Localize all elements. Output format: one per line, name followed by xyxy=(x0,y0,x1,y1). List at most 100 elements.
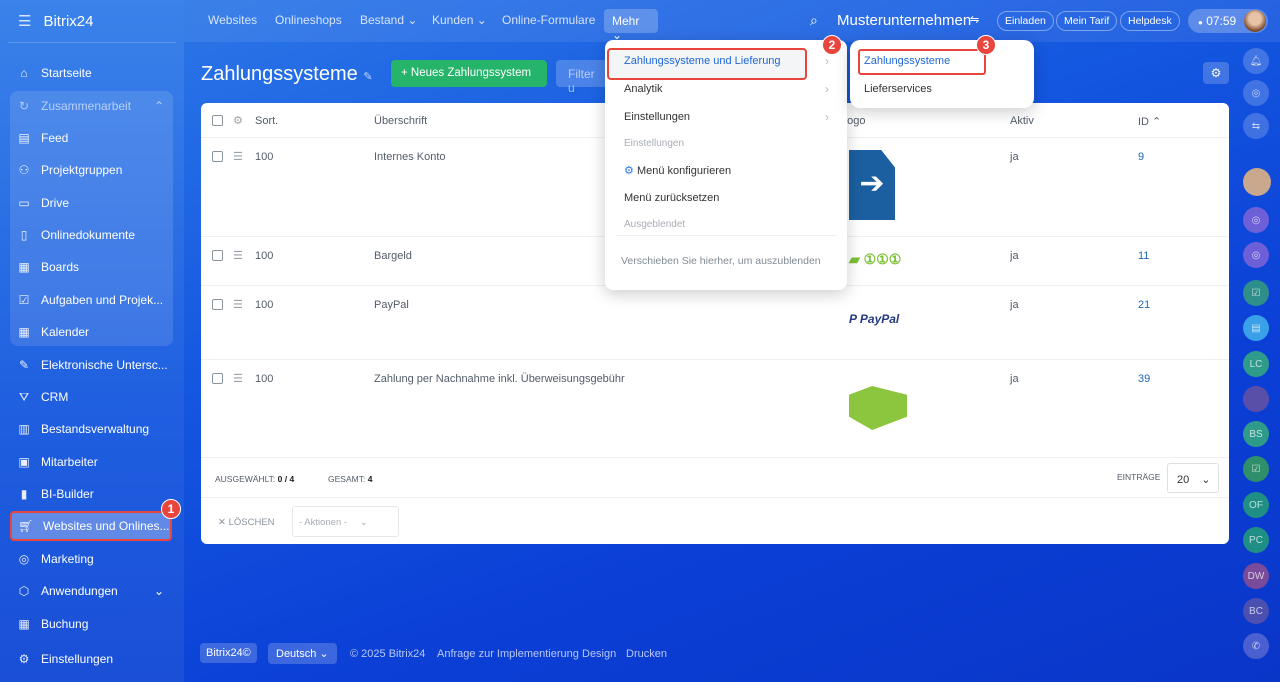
title-value[interactable]: Bargeld xyxy=(374,250,412,262)
menu-icon[interactable]: ☰ xyxy=(18,12,31,30)
topnav-onlineshops[interactable]: Onlineshops xyxy=(275,13,342,27)
inventory-icon: ▥ xyxy=(18,422,30,436)
drag-handle-icon[interactable]: ☰ xyxy=(233,372,243,385)
sidebar-item-mitarbeiter[interactable]: ▣ Mitarbeiter xyxy=(10,447,172,477)
id-link[interactable]: 9 xyxy=(1138,151,1144,163)
topnav-bestand[interactable]: Bestand ⌄ xyxy=(360,13,417,27)
chat-lc[interactable]: LC xyxy=(1243,351,1269,377)
table-row[interactable]: ☰ 100 PayPal P PayPal ja 21 xyxy=(201,286,1229,360)
row-checkbox[interactable] xyxy=(212,151,223,162)
chat-of[interactable]: OF xyxy=(1243,492,1269,518)
sidebar-item-einstellungen[interactable]: ⚙ Einstellungen xyxy=(10,644,172,674)
delete-button[interactable]: ✕ Löschen xyxy=(218,517,275,528)
chat-dw[interactable]: DW xyxy=(1243,563,1269,589)
invite-button[interactable]: Einladen xyxy=(997,11,1054,31)
menu-item-analytik[interactable]: Analytik xyxy=(624,83,663,95)
menu-item-payment-delivery[interactable]: Zahlungssysteme und Lieferung xyxy=(624,55,781,67)
copilot-icon[interactable]: ◎ xyxy=(1243,80,1269,106)
title-value[interactable]: Zahlung per Nachnahme inkl. Überweisungs… xyxy=(374,373,625,385)
submenu-lieferservices[interactable]: Lieferservices xyxy=(864,83,932,95)
footer-logo[interactable]: Bitrix24© xyxy=(200,643,257,663)
groups-icon: ⚇ xyxy=(18,163,30,177)
chat-bc[interactable]: BC xyxy=(1243,598,1269,624)
gear-icon[interactable]: ⚙ xyxy=(233,114,243,127)
sidebar-item-websites-und-onlines-[interactable]: 🛒︎ Websites und Onlines... xyxy=(10,511,172,541)
col-title[interactable]: Überschrift xyxy=(374,115,427,127)
footer-link-implementation[interactable]: Anfrage zur Implementierung xyxy=(437,648,579,660)
channel-icon[interactable]: ◎ xyxy=(1243,242,1269,268)
language-select[interactable]: Deutsch ⌄ xyxy=(268,643,337,664)
sidebar-item-elektronische-untersc-[interactable]: ✎ Elektronische Untersc... xyxy=(10,350,172,380)
menu-configure[interactable]: ⚙ Menü konfigurieren xyxy=(624,164,731,177)
chat-bs[interactable]: BS xyxy=(1243,421,1269,447)
sidebar-item-projektgruppen[interactable]: ⚇ Projektgruppen xyxy=(10,155,172,185)
phone-icon[interactable]: ✆ xyxy=(1243,633,1269,659)
sidebar-item-marketing[interactable]: ◎ Marketing xyxy=(10,544,172,574)
chevron-icon[interactable]: ⌄ xyxy=(154,584,164,598)
chat-icon[interactable]: ⇆ xyxy=(1243,113,1269,139)
logo[interactable]: ☰ Bitrix24 xyxy=(18,12,93,31)
settings-sliders-icon[interactable]: ⇋ xyxy=(970,13,979,26)
company-name[interactable]: Musterunternehmen xyxy=(837,12,971,29)
drag-handle-icon[interactable]: ☰ xyxy=(233,150,243,163)
topnav-online-formulare[interactable]: Online-Formulare xyxy=(502,13,595,27)
sidebar-item-feed[interactable]: ▤ Feed xyxy=(10,123,172,153)
sidebar-item-onlinedokumente[interactable]: ▯ Onlinedokumente xyxy=(10,220,172,250)
row-checkbox[interactable] xyxy=(212,299,223,310)
drag-handle-icon[interactable]: ☰ xyxy=(233,298,243,311)
sidebar-item-bi-builder[interactable]: ▮ BI-Builder xyxy=(10,479,172,509)
sidebar-item-kalender[interactable]: ▦ Kalender xyxy=(10,317,172,347)
submenu-zahlungssysteme[interactable]: Zahlungssysteme xyxy=(864,55,950,67)
select-all-checkbox[interactable] xyxy=(212,115,223,126)
entries-select[interactable]: 20 ⌄ xyxy=(1167,463,1219,493)
submenu: Zahlungssysteme Lieferservices xyxy=(850,40,1034,108)
sidebar-item-drive[interactable]: ▭ Drive xyxy=(10,188,172,218)
topnav-mehr[interactable]: Mehr ⌄ xyxy=(604,9,658,42)
gear-icon[interactable]: ⚙ xyxy=(1203,62,1229,84)
sidebar-item-boards[interactable]: ▦ Boards xyxy=(10,252,172,282)
title-value[interactable]: Internes Konto xyxy=(374,151,446,163)
new-payment-system-button[interactable]: + Neues Zahlungssystem xyxy=(391,60,547,87)
menu-reset[interactable]: Menü zurücksetzen xyxy=(624,192,719,204)
topnav-kunden[interactable]: Kunden ⌄ xyxy=(432,13,487,27)
tariff-button[interactable]: Mein Tarif xyxy=(1056,11,1118,31)
id-link[interactable]: 11 xyxy=(1138,250,1149,262)
employees-icon: ▣ xyxy=(18,455,30,469)
footer-link-design[interactable]: Design xyxy=(582,648,616,660)
topnav-websites[interactable]: Websites xyxy=(208,13,257,27)
sidebar-item-crm[interactable]: ⛛ CRM xyxy=(10,382,172,412)
drag-handle-icon[interactable]: ☰ xyxy=(233,249,243,262)
chevron-icon[interactable]: ⌃ xyxy=(154,99,164,113)
sidebar-item-buchung[interactable]: ▦ Buchung xyxy=(10,609,172,639)
footer-link-print[interactable]: Drucken xyxy=(626,648,667,660)
sidebar-item-startseite[interactable]: ⌂ Startseite xyxy=(10,58,172,88)
table-summary: Ausgewählt: 0 / 4 Gesamt: 4 Einträge 20 ⌄ xyxy=(201,458,1229,498)
chat-avatar[interactable] xyxy=(1243,386,1269,412)
sidebar-item-zusammenarbeit[interactable]: ↻ Zusammenarbeit ⌃ xyxy=(10,91,172,121)
id-link[interactable]: 21 xyxy=(1138,299,1150,311)
contact-avatar[interactable] xyxy=(1243,168,1271,196)
sidebar-item-anwendungen[interactable]: ⬡ Anwendungen ⌄ xyxy=(10,576,172,606)
col-sort[interactable]: Sort. xyxy=(255,115,278,127)
sidebar-item-bestandsverwaltung[interactable]: ▥ Bestandsverwaltung xyxy=(10,414,172,444)
pin-icon[interactable]: ✎ xyxy=(363,71,372,83)
row-checkbox[interactable] xyxy=(212,250,223,261)
sort-value: 100 xyxy=(255,373,274,385)
bell-icon[interactable]: 🔔︎ xyxy=(1243,48,1269,74)
title-value[interactable]: PayPal xyxy=(374,299,409,311)
chat-pc[interactable]: PC xyxy=(1243,527,1269,553)
col-active[interactable]: Aktiv xyxy=(1010,115,1034,127)
actions-select[interactable]: - Aktionen - ⌄ xyxy=(292,506,399,537)
task-chat-icon[interactable]: ☑ xyxy=(1243,280,1269,306)
id-link[interactable]: 39 xyxy=(1138,373,1150,385)
col-id[interactable]: ID ⌃ xyxy=(1138,115,1161,128)
messages-icon[interactable]: ▤ xyxy=(1243,315,1269,341)
menu-item-einstellungen[interactable]: Einstellungen xyxy=(624,111,690,123)
sidebar-item-aufgaben-und-projek-[interactable]: ☑ Aufgaben und Projek... xyxy=(10,285,172,315)
helpdesk-button[interactable]: Helpdesk xyxy=(1120,11,1180,31)
table-row[interactable]: ☰ 100 Zahlung per Nachnahme inkl. Überwe… xyxy=(201,360,1229,458)
row-checkbox[interactable] xyxy=(212,373,223,384)
task-chat-icon[interactable]: ☑ xyxy=(1243,456,1269,482)
search-icon[interactable]: ⌕ xyxy=(810,12,818,29)
channel-icon[interactable]: ◎ xyxy=(1243,207,1269,233)
